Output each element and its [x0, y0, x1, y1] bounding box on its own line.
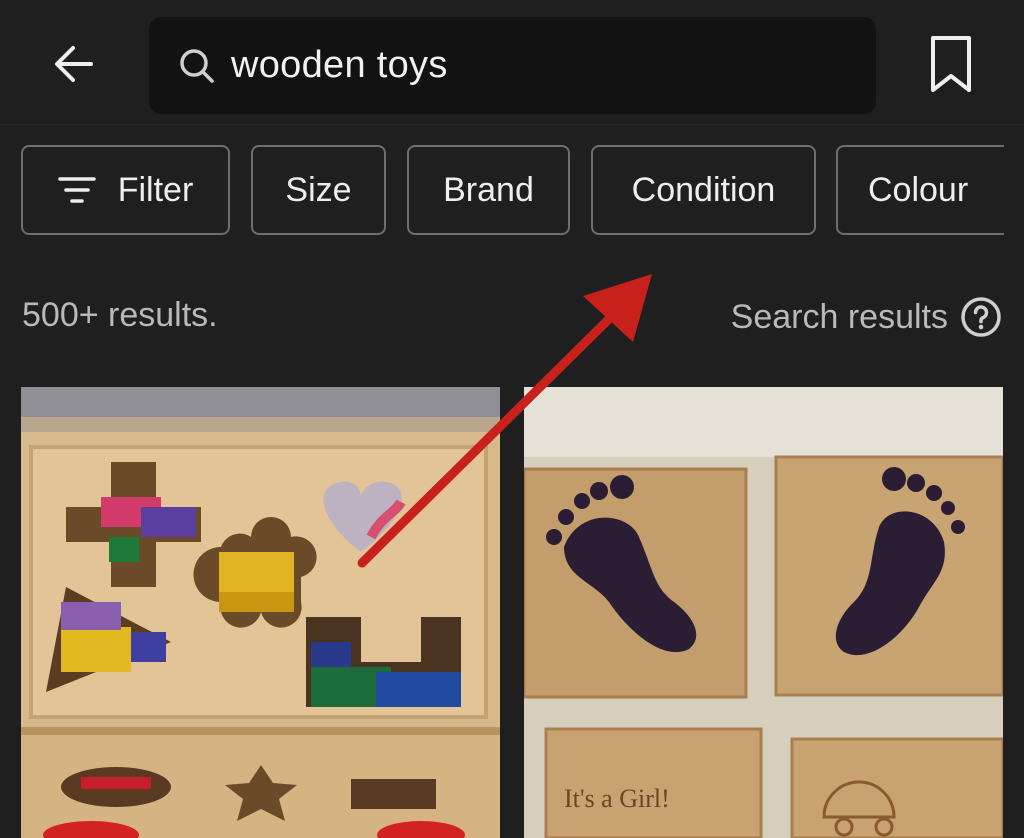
filter-chip-bar: Filter Size Brand Condition Colour	[0, 124, 1004, 258]
listing-card[interactable]	[21, 387, 500, 838]
brand-label: Brand	[443, 170, 534, 209]
search-field[interactable]: wooden toys	[149, 17, 876, 114]
listing-card[interactable]: It's a Girl!	[524, 387, 1003, 838]
listing-image-shape-sorter	[21, 387, 500, 838]
condition-label: Condition	[631, 170, 776, 209]
search-results-info[interactable]: Search results	[731, 296, 1002, 338]
help-circle-icon[interactable]	[960, 296, 1002, 338]
filter-button[interactable]: Filter	[21, 145, 230, 235]
search-icon	[177, 46, 217, 86]
top-bar: wooden toys	[0, 0, 1024, 125]
save-search-button[interactable]	[925, 34, 977, 98]
stamp-text: It's a Girl!	[564, 784, 670, 813]
results-count: 500+ results.	[22, 296, 218, 334]
bookmark-icon	[929, 34, 973, 99]
brand-filter-chip[interactable]: Brand	[407, 145, 570, 235]
filter-label: Filter	[117, 170, 194, 209]
arrow-left-icon	[51, 41, 97, 92]
size-label: Size	[285, 170, 352, 209]
size-filter-chip[interactable]: Size	[251, 145, 386, 235]
colour-label: Colour	[868, 170, 969, 209]
condition-filter-chip[interactable]: Condition	[591, 145, 816, 235]
filter-icon	[57, 176, 96, 204]
search-query[interactable]: wooden toys	[231, 44, 448, 87]
colour-filter-chip[interactable]: Colour	[836, 145, 1004, 235]
listing-image-footprint-stamps: It's a Girl!	[524, 387, 1003, 838]
back-button[interactable]	[48, 40, 100, 92]
search-results-label: Search results	[730, 297, 948, 336]
